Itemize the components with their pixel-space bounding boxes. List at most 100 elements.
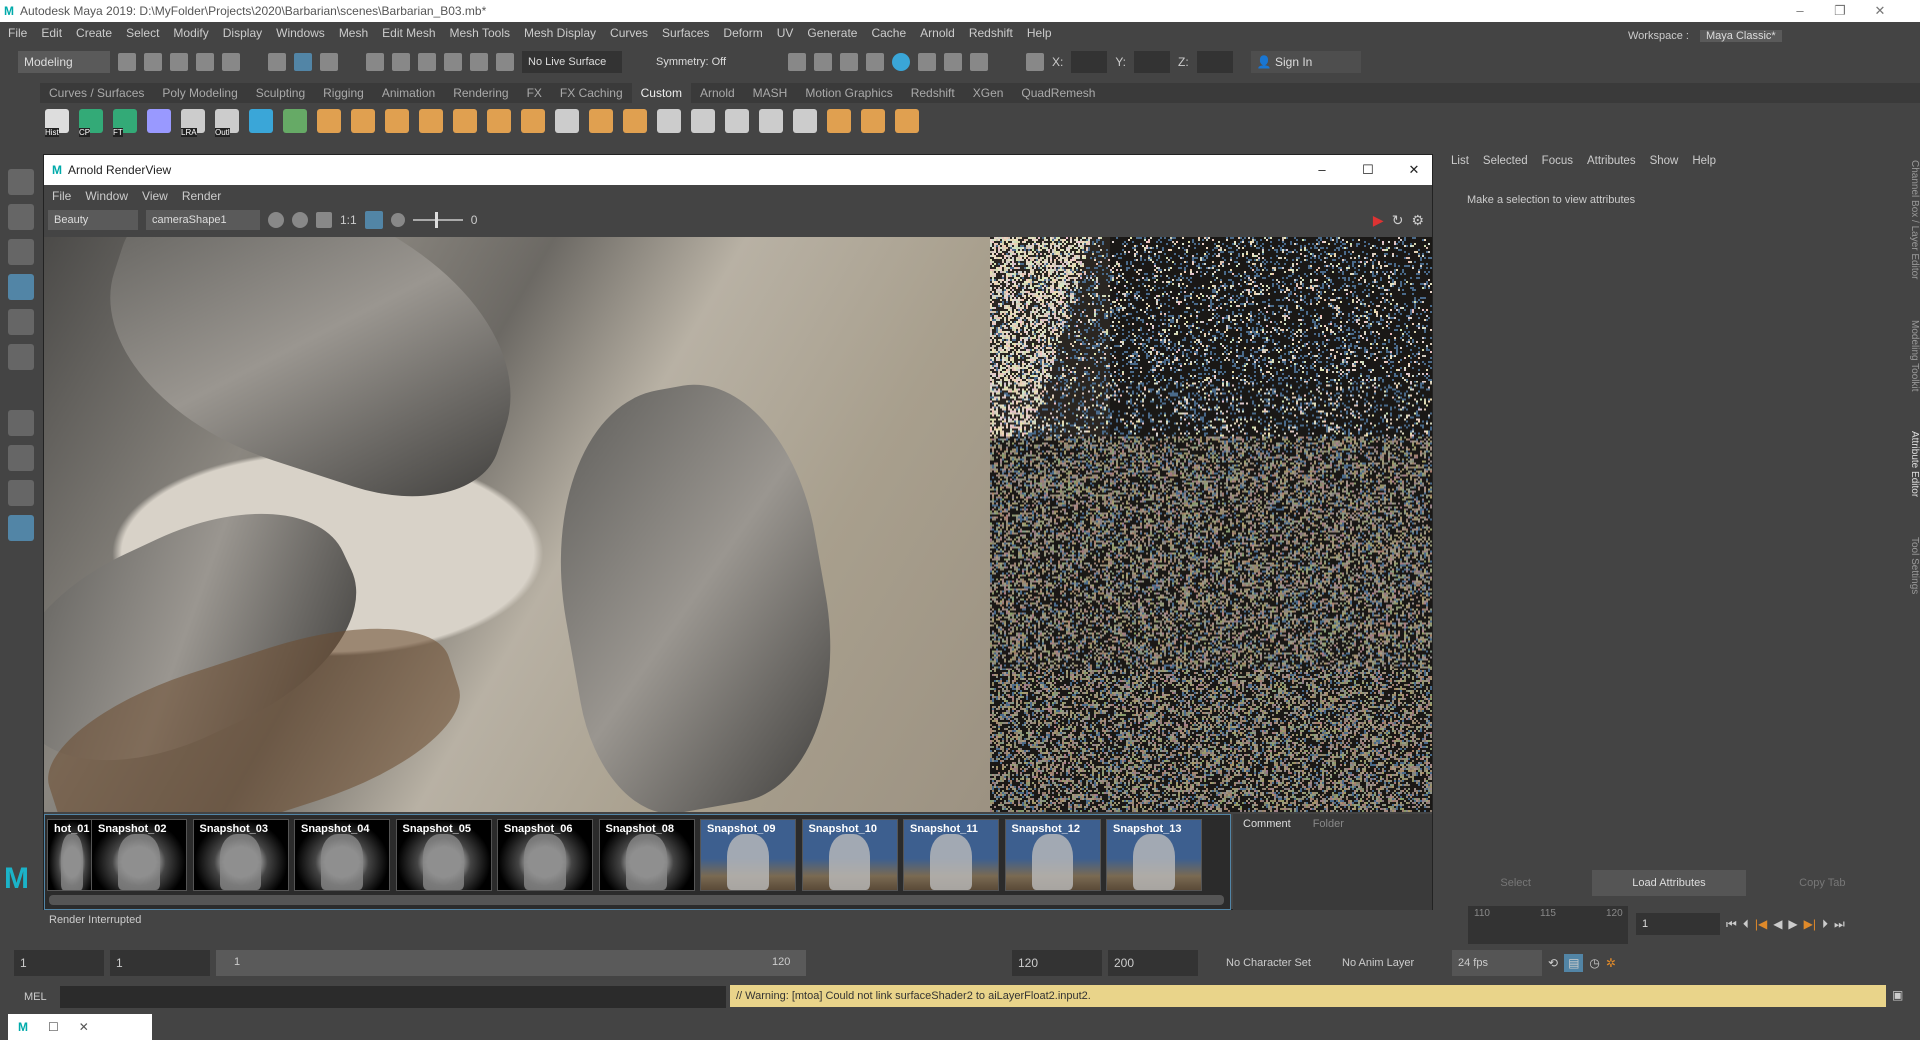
hypershade-icon[interactable] — [892, 53, 910, 71]
menu-edit-mesh[interactable]: Edit Mesh — [382, 26, 435, 40]
shelf-tool-icon[interactable] — [487, 109, 511, 133]
select-object-icon[interactable] — [294, 53, 312, 71]
loop-icon[interactable]: ⟲ — [1548, 956, 1558, 970]
snapshot-thumbnail[interactable]: hot_01 — [47, 819, 97, 891]
select-button[interactable]: Select — [1439, 870, 1592, 896]
mel-label[interactable]: MEL — [0, 991, 60, 1003]
shelf-tool-icon[interactable] — [691, 109, 715, 133]
snapshot-thumbnail[interactable]: Snapshot_02 — [91, 819, 187, 891]
scale-tool-icon[interactable] — [8, 344, 34, 370]
minimize-button[interactable]: – — [1780, 0, 1820, 22]
snapshot-thumbnail[interactable]: Snapshot_10 — [801, 819, 898, 891]
go-to-end-icon[interactable]: ⏭ — [1834, 917, 1845, 932]
paint-select-icon[interactable] — [8, 239, 34, 265]
shelf-tool-icon[interactable] — [657, 109, 681, 133]
menu-windows[interactable]: Windows — [276, 26, 325, 40]
anim-layer-dropdown[interactable]: No Anim Layer — [1336, 950, 1436, 976]
menu-file[interactable]: File — [8, 26, 27, 40]
shelf-tool-icon[interactable] — [317, 109, 341, 133]
restore-button[interactable]: ☐ — [48, 1020, 59, 1034]
shelf-tool-icon[interactable] — [147, 109, 171, 133]
shelf-tool-icon[interactable] — [283, 109, 307, 133]
snap-surface-icon[interactable] — [470, 53, 488, 71]
settings-gear-icon[interactable]: ⚙ — [1411, 212, 1424, 229]
renderview-menu-file[interactable]: File — [52, 189, 71, 203]
new-scene-icon[interactable] — [118, 53, 136, 71]
snapshot-thumbnail[interactable]: Snapshot_04 — [294, 819, 390, 891]
shelf-tool-icon[interactable]: LRA — [181, 109, 205, 137]
minimized-window[interactable]: M ☐ ✕ — [8, 1014, 152, 1040]
shelf-tab-poly-modeling[interactable]: Poly Modeling — [153, 83, 246, 103]
playback-start-field[interactable]: 1 — [110, 950, 210, 976]
workspace-dropdown[interactable]: Maya Classic* — [1700, 30, 1782, 42]
shelf-tool-icon[interactable] — [725, 109, 749, 133]
tab-tool-settings[interactable]: Tool Settings — [1900, 537, 1920, 594]
shelf-tool-icon[interactable]: Outl — [215, 109, 239, 137]
prev-key-icon[interactable]: |◀ — [1755, 917, 1767, 931]
save-scene-icon[interactable] — [170, 53, 188, 71]
auto-key-icon[interactable]: ▤ — [1564, 954, 1584, 972]
load-attributes-button[interactable]: Load Attributes — [1592, 870, 1746, 896]
renderview-menu-window[interactable]: Window — [85, 189, 128, 203]
fit-frame-icon[interactable] — [364, 211, 383, 229]
open-scene-icon[interactable] — [144, 53, 162, 71]
menu-mesh-display[interactable]: Mesh Display — [524, 26, 596, 40]
tab-comment[interactable]: Comment — [1243, 818, 1291, 830]
symmetry-dropdown[interactable]: Symmetry: Off — [650, 51, 750, 73]
menu-redshift[interactable]: Redshift — [969, 26, 1013, 40]
arnold-render-icon[interactable] — [944, 53, 962, 71]
shelf-tab-motion-graphics[interactable]: Motion Graphics — [796, 83, 901, 103]
exposure-slider[interactable] — [412, 212, 463, 228]
playback-end-field[interactable]: 120 — [1012, 950, 1102, 976]
renderview-menu-render[interactable]: Render — [182, 189, 221, 203]
shelf-tool-icon[interactable] — [827, 109, 851, 133]
select-hierarchy-icon[interactable] — [268, 53, 286, 71]
select-tool-icon[interactable] — [8, 169, 34, 195]
shelf-tab-xgen[interactable]: XGen — [964, 83, 1013, 103]
four-pane-icon[interactable] — [8, 445, 34, 471]
renderview-menu-view[interactable]: View — [142, 189, 168, 203]
single-pane-icon[interactable] — [8, 410, 34, 436]
snapshot-thumbnail[interactable]: Snapshot_09 — [700, 819, 796, 891]
snap-point-icon[interactable] — [418, 53, 436, 71]
menu-mesh[interactable]: Mesh — [339, 26, 368, 40]
snap-grid-icon[interactable] — [366, 53, 384, 71]
shelf-tab-custom[interactable]: Custom — [631, 83, 691, 103]
end-frame-field[interactable]: 200 — [1108, 950, 1198, 976]
anim-prefs-icon[interactable]: ◷ — [1589, 956, 1599, 970]
shelf-tool-icon[interactable]: CP — [79, 109, 103, 137]
y-field[interactable] — [1134, 51, 1171, 73]
shelf-tab-fx[interactable]: FX — [518, 83, 551, 103]
ratio-button[interactable]: 1:1 — [340, 213, 357, 227]
shelf-tab-rigging[interactable]: Rigging — [314, 83, 373, 103]
start-frame-field[interactable]: 1 — [14, 950, 104, 976]
tab-attribute-editor[interactable]: Attribute Editor — [1900, 431, 1920, 497]
redo-icon[interactable] — [222, 53, 240, 71]
menu-create[interactable]: Create — [76, 26, 112, 40]
shelf-tab-quadremesh[interactable]: QuadRemesh — [1012, 83, 1104, 103]
outliner-layout-icon[interactable] — [8, 515, 34, 541]
step-back-icon[interactable]: ⏴ — [1743, 917, 1749, 932]
shelf-tab-fx-caching[interactable]: FX Caching — [551, 83, 632, 103]
renderview-maximize-button[interactable]: ☐ — [1345, 159, 1391, 181]
step-forward-icon[interactable]: ⏵ — [1822, 917, 1828, 932]
menu-modify[interactable]: Modify — [173, 26, 208, 40]
shelf-tool-icon[interactable]: Hist — [45, 109, 69, 137]
snapshot-scrollbar[interactable] — [49, 895, 1224, 905]
menu-uv[interactable]: UV — [777, 26, 794, 40]
playback-prefs-icon[interactable]: ✲ — [1606, 956, 1616, 970]
snapshot-thumbnail[interactable]: Snapshot_08 — [598, 819, 695, 891]
mel-input[interactable] — [60, 986, 726, 1008]
shelf-tool-icon[interactable] — [793, 109, 817, 133]
snap-projected-icon[interactable] — [444, 53, 462, 71]
shelf-tool-icon[interactable] — [453, 109, 477, 133]
shelf-tool-icon[interactable] — [555, 109, 579, 133]
render-sequence-icon[interactable] — [814, 53, 832, 71]
render-view-icon[interactable] — [918, 53, 936, 71]
tab-modeling-toolkit[interactable]: Modeling Toolkit — [1900, 320, 1920, 392]
ae-menu-list[interactable]: List — [1451, 155, 1469, 167]
shelf-tool-icon[interactable] — [895, 109, 919, 133]
tab-channel-box[interactable]: Channel Box / Layer Editor — [1900, 160, 1920, 280]
go-to-start-icon[interactable]: ⏮ — [1726, 917, 1737, 932]
close-button[interactable]: ✕ — [1860, 0, 1900, 22]
